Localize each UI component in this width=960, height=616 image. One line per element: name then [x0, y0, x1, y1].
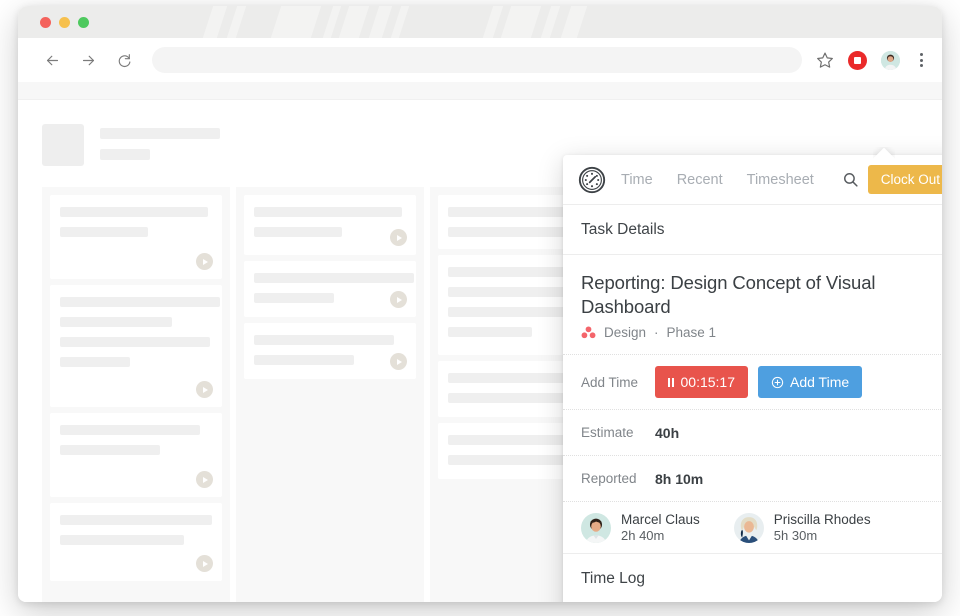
person-name: Priscilla Rhodes — [773, 512, 871, 528]
nav-tab-recent[interactable]: Recent — [677, 172, 723, 188]
board-column — [42, 187, 230, 602]
clock-out-button[interactable]: Clock Out — [867, 165, 942, 194]
avatar-placeholder — [42, 124, 84, 166]
reported-label: Reported — [581, 471, 637, 487]
board-column — [236, 187, 424, 602]
card-placeholder[interactable] — [50, 413, 222, 497]
task-phase-name[interactable]: Phase 1 — [667, 325, 717, 340]
forward-arrow-icon[interactable] — [78, 50, 98, 70]
timer-extension-stop-icon[interactable] — [848, 50, 867, 70]
card-placeholder[interactable] — [244, 261, 416, 317]
close-window-button[interactable] — [40, 17, 51, 28]
reload-icon[interactable] — [114, 50, 134, 70]
play-timer-icon[interactable] — [196, 253, 213, 270]
play-timer-icon[interactable] — [390, 291, 407, 308]
subtitle-placeholder — [100, 149, 150, 160]
nav-tab-timesheet[interactable]: Timesheet — [747, 172, 814, 188]
person-entry[interactable]: Priscilla Rhodes 5h 30m — [733, 512, 871, 544]
pause-icon — [668, 377, 674, 387]
timer-value: 00:15:17 — [680, 374, 736, 391]
person-time: 5h 30m — [773, 528, 818, 544]
task-breadcrumb: Design · Phase 1 — [581, 325, 942, 340]
priscilla-avatar — [733, 512, 764, 543]
person-entry[interactable]: Marcel Claus 2h 40m — [581, 512, 700, 543]
popup-arrow — [873, 147, 895, 159]
card-placeholder[interactable] — [244, 323, 416, 379]
card-placeholder[interactable] — [50, 285, 222, 407]
reported-value: 8h 10m — [655, 470, 704, 487]
estimate-value: 40h — [655, 424, 680, 441]
breadcrumb-separator: · — [654, 325, 659, 341]
card-placeholder[interactable] — [50, 503, 222, 581]
page-topbar — [18, 82, 942, 100]
add-time-button-label: Add Time — [790, 374, 850, 391]
nav-tab-time[interactable]: Time — [621, 172, 653, 188]
card-placeholder[interactable] — [244, 195, 416, 255]
bookmark-star-icon[interactable] — [816, 51, 834, 69]
task-summary: Reporting: Design Concept of Visual Dash… — [563, 255, 942, 356]
marcel-avatar — [581, 512, 611, 543]
plus-circle-icon — [771, 376, 784, 389]
play-timer-icon[interactable] — [390, 353, 407, 370]
page-header-placeholder — [42, 124, 220, 166]
toolbar-actions — [816, 50, 928, 70]
add-time-button[interactable]: Add Time — [758, 366, 863, 399]
title-placeholder — [100, 128, 220, 139]
task-title: Reporting: Design Concept of Visual Dash… — [581, 272, 876, 317]
browser-toolbar — [18, 38, 942, 82]
page-title: Task Details — [563, 205, 942, 255]
running-timer-button[interactable]: 00:15:17 — [655, 366, 748, 399]
estimate-label: Estimate — [581, 425, 634, 441]
estimate-row: Estimate 40h — [563, 410, 942, 457]
play-timer-icon[interactable] — [196, 555, 213, 572]
address-bar[interactable] — [152, 47, 802, 73]
popup-nav: Time Recent Timesheet — [621, 172, 814, 188]
add-time-label: Add Time — [581, 374, 639, 390]
window-controls — [40, 17, 89, 28]
maximize-window-button[interactable] — [78, 17, 89, 28]
stopwatch-logo-icon[interactable] — [577, 165, 607, 195]
web-page-content: Time Recent Timesheet Clock Out Task Det… — [18, 82, 942, 602]
timer-extension-popup: Time Recent Timesheet Clock Out Task Det… — [563, 155, 942, 602]
navigation-buttons — [42, 50, 134, 70]
card-placeholder[interactable] — [50, 195, 222, 279]
minimize-window-button[interactable] — [59, 17, 70, 28]
browser-titlebar — [18, 6, 942, 38]
task-project-name[interactable]: Design — [604, 325, 646, 340]
person-time: 2h 40m — [621, 528, 665, 544]
reported-people-row: Marcel Claus 2h 40m Priscilla Rhodes 5h … — [563, 502, 942, 555]
add-time-row: Add Time 00:15:17 Add Time — [563, 355, 942, 411]
project-dots-icon — [581, 326, 596, 339]
person-name: Marcel Claus — [621, 512, 700, 528]
profile-avatar-icon[interactable] — [881, 50, 900, 70]
browser-window: Time Recent Timesheet Clock Out Task Det… — [18, 6, 942, 602]
play-timer-icon[interactable] — [196, 381, 213, 398]
play-timer-icon[interactable] — [390, 229, 407, 246]
search-icon[interactable] — [842, 171, 859, 188]
reported-row: Reported 8h 10m — [563, 456, 942, 503]
back-arrow-icon[interactable] — [42, 50, 62, 70]
popup-header: Time Recent Timesheet Clock Out — [563, 155, 942, 205]
play-timer-icon[interactable] — [196, 471, 213, 488]
time-log-title: Time Log — [563, 554, 942, 602]
kebab-menu-icon[interactable] — [914, 53, 928, 67]
